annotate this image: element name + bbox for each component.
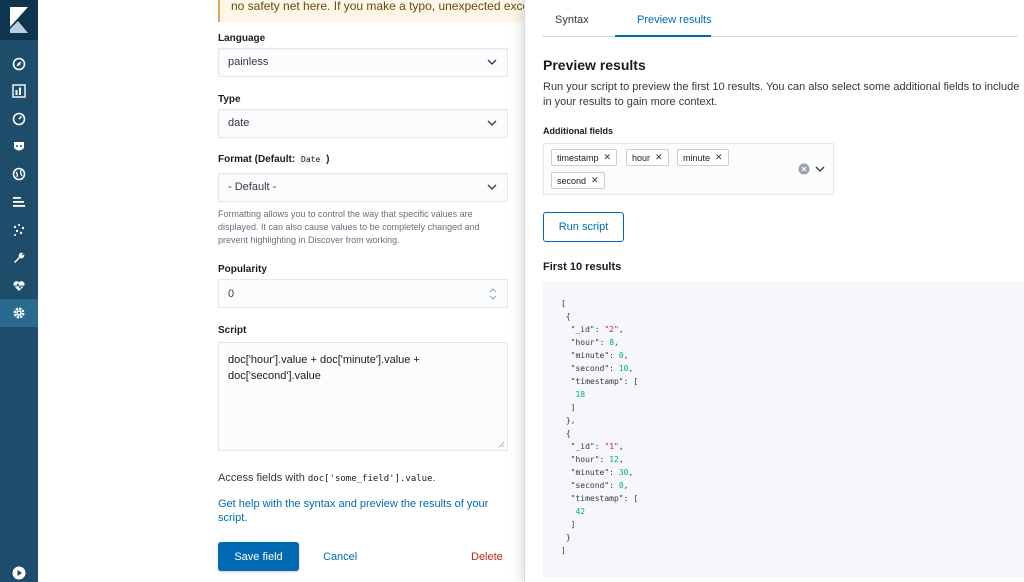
script-help-flyout: Syntax Preview results Preview results R… <box>524 0 1024 582</box>
close-icon[interactable]: ✕ <box>655 152 663 163</box>
field-pill-label: timestamp <box>557 152 599 163</box>
logs-list-icon[interactable] <box>0 188 38 216</box>
popularity-input[interactable]: 0 <box>218 279 508 308</box>
field-editor-form: no safety net here. If you make a typo, … <box>38 0 524 582</box>
language-select-value: painless <box>228 56 269 68</box>
result-hour: 12 <box>609 455 619 464</box>
result-second: 10 <box>618 364 629 373</box>
additional-fields-combobox[interactable]: timestamp ✕ hour ✕ minute ✕ second ✕ <box>543 143 834 195</box>
results-code-block: [ { "_id": "2", "hour": 8, "minute": 0, … <box>543 281 1024 577</box>
popularity-label: Popularity <box>218 264 267 275</box>
tab-syntax[interactable]: Syntax <box>555 14 589 26</box>
syntax-help-link[interactable]: Get help with the syntax and preview the… <box>218 497 508 525</box>
format-label-suffix: ) <box>326 154 330 165</box>
script-label: Script <box>218 325 247 336</box>
field-pill-label: hour <box>632 152 651 163</box>
flyout-title: Preview results <box>543 57 646 73</box>
language-select[interactable]: painless <box>218 48 508 77</box>
result-minute: 30 <box>618 468 629 477</box>
result-hour: 8 <box>609 338 615 347</box>
result-id: 1 <box>609 442 615 451</box>
number-stepper-icon[interactable] <box>489 288 497 300</box>
run-script-button[interactable]: Run script <box>543 212 624 242</box>
chevron-down-icon <box>487 184 497 190</box>
result-timestamp: 18 <box>575 390 586 399</box>
resize-grip-icon[interactable] <box>498 441 505 448</box>
language-label: Language <box>218 33 266 44</box>
field-pill-minute[interactable]: minute ✕ <box>677 149 729 166</box>
access-prefix: Access fields with <box>218 472 305 484</box>
result-minute: 0 <box>618 351 624 360</box>
results-heading: First 10 results <box>543 261 622 273</box>
field-pill-label: second <box>557 175 587 186</box>
save-field-button[interactable]: Save field <box>218 542 299 571</box>
clear-icon[interactable] <box>798 163 810 175</box>
field-pill-timestamp[interactable]: timestamp ✕ <box>551 149 618 166</box>
management-gear-icon[interactable] <box>0 299 38 327</box>
visualize-chart-icon[interactable] <box>0 77 38 105</box>
side-nav <box>0 0 38 582</box>
warning-callout: no safety net here. If you make a typo, … <box>218 0 524 22</box>
additional-fields-label: Additional fields <box>543 126 614 136</box>
type-select-value: date <box>228 117 250 129</box>
kibana-logo-icon[interactable] <box>0 0 38 40</box>
popularity-value: 0 <box>228 288 235 300</box>
access-suffix: . <box>432 472 436 484</box>
active-tab-indicator <box>615 35 711 37</box>
dev-tools-wrench-icon[interactable] <box>0 244 38 272</box>
field-pill-second[interactable]: second ✕ <box>551 172 605 189</box>
script-value: doc['hour'].value + doc['minute'].value … <box>228 354 420 382</box>
close-icon[interactable]: ✕ <box>591 175 599 186</box>
chevron-down-icon <box>487 59 497 65</box>
format-select-value: - Default - <box>228 181 277 193</box>
result-id: 2 <box>609 325 615 334</box>
field-pill-label: minute <box>683 152 711 163</box>
warning-callout-text: no safety net here. If you make a typo, … <box>231 0 524 13</box>
flyout-description: Run your script to preview the first 10 … <box>543 81 1020 108</box>
close-icon[interactable]: ✕ <box>604 152 612 163</box>
field-pill-hour[interactable]: hour ✕ <box>626 149 669 166</box>
results-json: [ { "_id": "2", "hour": 8, "minute": 0, … <box>561 299 639 555</box>
format-label-prefix: Format (Default: <box>218 154 296 165</box>
access-code: doc['some_field'].value <box>307 474 433 484</box>
maps-globe-icon[interactable] <box>0 160 38 188</box>
ml-sparkle-icon[interactable] <box>0 216 38 244</box>
format-help-text: Formatting allows you to control the way… <box>218 209 480 245</box>
format-select[interactable]: - Default - <box>218 173 508 202</box>
play-icon[interactable] <box>0 566 38 582</box>
canvas-mask-icon[interactable] <box>0 133 38 161</box>
type-select[interactable]: date <box>218 109 508 138</box>
format-default-code: Date <box>298 154 324 165</box>
type-label: Type <box>218 94 241 105</box>
format-label: Format (Default: Date ) <box>218 154 329 165</box>
chevron-down-icon[interactable] <box>815 165 825 173</box>
delete-button[interactable]: Delete <box>471 542 503 571</box>
access-fields-hint: Access fields with doc['some_field'].val… <box>218 472 436 484</box>
flyout-tabs: Syntax Preview results <box>542 0 1018 37</box>
dashboard-gauge-icon[interactable] <box>0 105 38 133</box>
close-icon[interactable]: ✕ <box>715 152 723 163</box>
cancel-button[interactable]: Cancel <box>323 542 357 571</box>
script-textarea[interactable]: doc['hour'].value + doc['minute'].value … <box>218 342 508 451</box>
result-timestamp: 42 <box>575 507 586 516</box>
tab-preview-results[interactable]: Preview results <box>637 14 712 26</box>
result-second: 0 <box>618 481 624 490</box>
discover-compass-icon[interactable] <box>0 50 38 78</box>
monitoring-heart-icon[interactable] <box>0 272 38 300</box>
chevron-down-icon <box>487 120 497 126</box>
